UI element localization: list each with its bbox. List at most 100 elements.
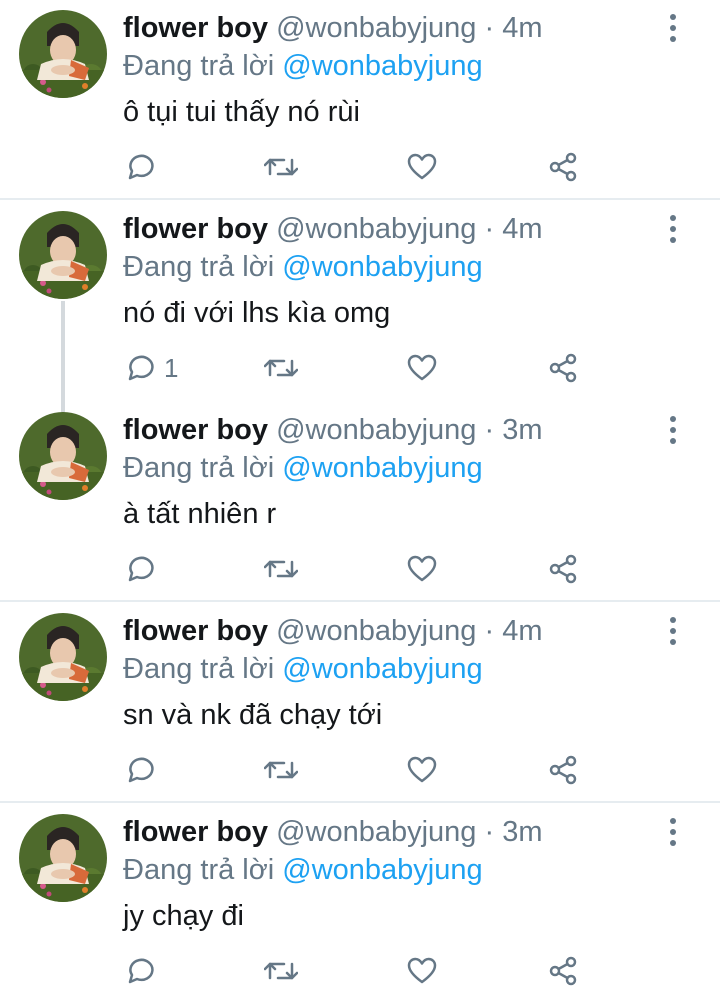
retweet-button[interactable] xyxy=(264,755,298,785)
display-name[interactable]: flower boy xyxy=(123,414,268,446)
reply-mention-link[interactable]: @wonbabyjung xyxy=(282,854,482,886)
retweet-icon xyxy=(264,554,298,584)
tweet-text: à tất nhiên r xyxy=(123,498,277,530)
retweet-icon xyxy=(264,353,298,383)
replying-to: Đang trả lời @wonbabyjung xyxy=(123,649,483,689)
reply-count: 1 xyxy=(164,353,179,383)
share-button[interactable] xyxy=(548,755,578,785)
like-button[interactable] xyxy=(407,755,437,785)
retweet-button[interactable] xyxy=(264,554,298,584)
reply-icon xyxy=(124,755,154,785)
more-vertical-icon[interactable] xyxy=(660,816,686,850)
separator-dot: · xyxy=(484,615,495,647)
retweet-icon xyxy=(264,152,298,182)
retweet-icon xyxy=(264,956,298,986)
replying-to: Đang trả lời @wonbabyjung xyxy=(123,247,483,287)
share-button[interactable] xyxy=(548,152,578,182)
more-vertical-icon[interactable] xyxy=(660,414,686,448)
display-name[interactable]: flower boy xyxy=(123,816,268,848)
user-handle[interactable]: @wonbabyjung xyxy=(276,213,476,245)
reply-icon xyxy=(124,353,154,383)
avatar[interactable] xyxy=(19,814,107,902)
share-icon xyxy=(548,152,578,182)
reply-mention-link[interactable]: @wonbabyjung xyxy=(282,653,482,685)
tweet[interactable]: flower boy @wonbabyjung · 3m Đang trả lờ… xyxy=(0,804,720,1004)
share-icon xyxy=(548,956,578,986)
reply-icon xyxy=(124,152,154,182)
tweet-actions: 1 xyxy=(0,353,720,383)
display-name[interactable]: flower boy xyxy=(123,213,268,245)
tweet-actions xyxy=(0,152,720,182)
tweet-actions xyxy=(0,554,720,584)
timestamp[interactable]: 4m xyxy=(502,213,542,245)
avatar[interactable] xyxy=(19,10,107,98)
share-button[interactable] xyxy=(548,554,578,584)
reply-mention-link[interactable]: @wonbabyjung xyxy=(282,251,482,283)
replying-to: Đang trả lời @wonbabyjung xyxy=(123,46,483,86)
tweet-text: ô tụi tui thấy nó rùi xyxy=(123,96,360,128)
user-handle[interactable]: @wonbabyjung xyxy=(276,414,476,446)
display-name[interactable]: flower boy xyxy=(123,12,268,44)
reply-button[interactable] xyxy=(124,956,164,986)
reply-button[interactable] xyxy=(124,755,164,785)
like-button[interactable] xyxy=(407,554,437,584)
display-name[interactable]: flower boy xyxy=(123,615,268,647)
reply-icon xyxy=(124,956,154,986)
separator-dot: · xyxy=(484,816,495,848)
replying-to: Đang trả lời @wonbabyjung xyxy=(123,850,483,890)
tweet-actions xyxy=(0,956,720,986)
reply-button[interactable]: 1 xyxy=(124,353,178,383)
reply-prefix: Đang trả lời xyxy=(123,50,275,82)
share-icon xyxy=(548,755,578,785)
reply-prefix: Đang trả lời xyxy=(123,452,275,484)
tweet-text: nó đi với lhs kìa omg xyxy=(123,297,391,329)
share-icon xyxy=(548,554,578,584)
heart-icon xyxy=(407,353,437,383)
reply-prefix: Đang trả lời xyxy=(123,653,275,685)
reply-button[interactable] xyxy=(124,554,164,584)
share-button[interactable] xyxy=(548,353,578,383)
heart-icon xyxy=(407,755,437,785)
reply-mention-link[interactable]: @wonbabyjung xyxy=(282,50,482,82)
tweet-actions xyxy=(0,755,720,785)
heart-icon xyxy=(407,956,437,986)
share-button[interactable] xyxy=(548,956,578,986)
user-handle[interactable]: @wonbabyjung xyxy=(276,615,476,647)
like-button[interactable] xyxy=(407,956,437,986)
separator-dot: · xyxy=(484,12,495,44)
more-vertical-icon[interactable] xyxy=(660,213,686,247)
timestamp[interactable]: 3m xyxy=(502,414,542,446)
separator-dot: · xyxy=(484,414,495,446)
timestamp[interactable]: 3m xyxy=(502,816,542,848)
timeline: flower boy @wonbabyjung · 4m Đang trả lờ… xyxy=(0,0,720,997)
reply-mention-link[interactable]: @wonbabyjung xyxy=(282,452,482,484)
retweet-icon xyxy=(264,755,298,785)
timestamp[interactable]: 4m xyxy=(502,615,542,647)
like-button[interactable] xyxy=(407,152,437,182)
reply-prefix: Đang trả lời xyxy=(123,854,275,886)
more-vertical-icon[interactable] xyxy=(660,615,686,649)
timestamp[interactable]: 4m xyxy=(502,12,542,44)
like-button[interactable] xyxy=(407,353,437,383)
tweet[interactable]: flower boy @wonbabyjung · 3m Đang trả lờ… xyxy=(0,402,720,602)
tweet[interactable]: flower boy @wonbabyjung · 4m Đang trả lờ… xyxy=(0,201,720,421)
avatar[interactable] xyxy=(19,412,107,500)
reply-icon xyxy=(124,554,154,584)
retweet-button[interactable] xyxy=(264,353,298,383)
tweet-text: jy chạy đi xyxy=(123,900,244,932)
user-handle[interactable]: @wonbabyjung xyxy=(276,12,476,44)
reply-prefix: Đang trả lời xyxy=(123,251,275,283)
replying-to: Đang trả lời @wonbabyjung xyxy=(123,448,483,488)
more-vertical-icon[interactable] xyxy=(660,12,686,46)
separator-dot: · xyxy=(484,213,495,245)
tweet-text: sn và nk đã chạy tới xyxy=(123,699,383,731)
tweet[interactable]: flower boy @wonbabyjung · 4m Đang trả lờ… xyxy=(0,603,720,803)
retweet-button[interactable] xyxy=(264,152,298,182)
user-handle[interactable]: @wonbabyjung xyxy=(276,816,476,848)
tweet[interactable]: flower boy @wonbabyjung · 4m Đang trả lờ… xyxy=(0,0,720,200)
avatar[interactable] xyxy=(19,613,107,701)
avatar[interactable] xyxy=(19,211,107,299)
retweet-button[interactable] xyxy=(264,956,298,986)
reply-button[interactable] xyxy=(124,152,164,182)
heart-icon xyxy=(407,152,437,182)
